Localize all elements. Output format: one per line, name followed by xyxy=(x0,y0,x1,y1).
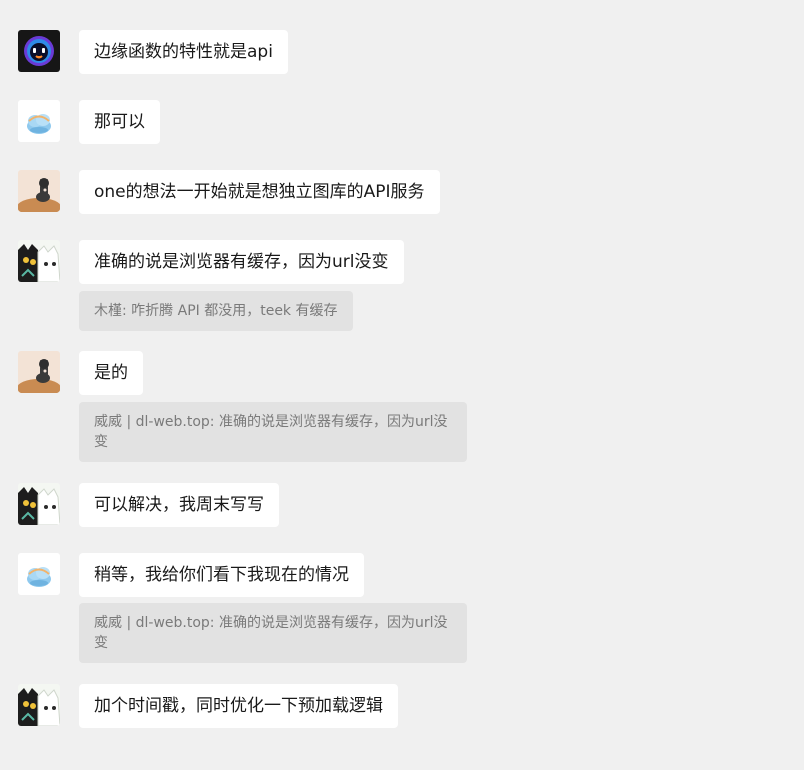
quoted-message[interactable]: 威威 | dl-web.top: 准确的说是浏览器有缓存，因为url没变 xyxy=(79,402,467,462)
cartoon-cats-avatar-icon[interactable] xyxy=(18,483,60,525)
quoted-message[interactable]: 木槿: 咋折腾 API 都没用，teek 有缓存 xyxy=(79,291,353,331)
cat-desert-avatar-icon[interactable] xyxy=(18,170,60,212)
message-text[interactable]: 那可以 xyxy=(79,100,160,144)
message-text[interactable]: 稍等，我给你们看下我现在的情况 xyxy=(79,553,364,597)
chat-message-list[interactable]: 边缘函数的特性就是api 那可以 one的想法一开始就是想独立图库的API服务 … xyxy=(0,0,804,770)
message-text[interactable]: one的想法一开始就是想独立图库的API服务 xyxy=(79,170,440,214)
cartoon-cats-avatar-icon[interactable] xyxy=(18,240,60,282)
cloud-avatar-icon[interactable] xyxy=(18,553,60,595)
message-text[interactable]: 准确的说是浏览器有缓存，因为url没变 xyxy=(79,240,404,284)
cartoon-cats-avatar-icon[interactable] xyxy=(18,684,60,726)
message-text[interactable]: 可以解决，我周末写写 xyxy=(79,483,279,527)
quoted-message[interactable]: 威威 | dl-web.top: 准确的说是浏览器有缓存，因为url没变 xyxy=(79,603,467,663)
message-text[interactable]: 是的 xyxy=(79,351,143,395)
cloud-avatar-icon[interactable] xyxy=(18,100,60,142)
robot-avatar-icon[interactable] xyxy=(18,30,60,72)
message-text[interactable]: 加个时间戳，同时优化一下预加载逻辑 xyxy=(79,684,398,728)
cat-desert-avatar-icon[interactable] xyxy=(18,351,60,393)
message-text[interactable]: 边缘函数的特性就是api xyxy=(79,30,288,74)
